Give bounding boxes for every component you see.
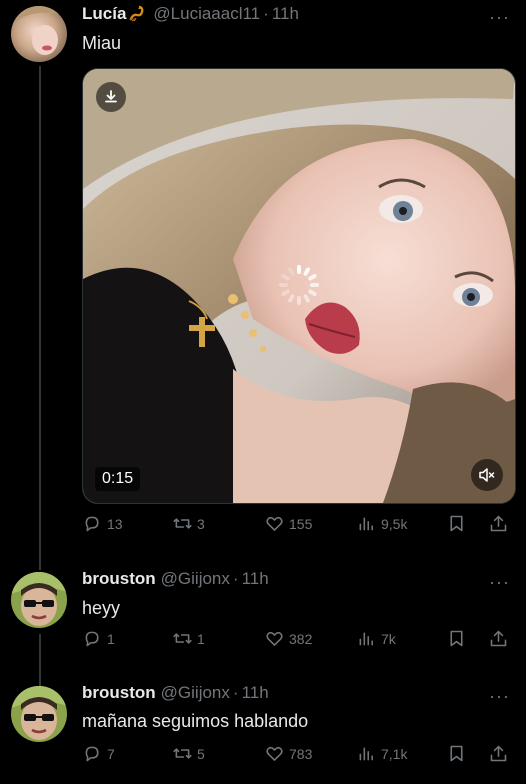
bookmark-button[interactable]: [446, 743, 467, 764]
retweet-icon: [173, 748, 192, 759]
share-icon: [490, 745, 507, 762]
like-count: 382: [289, 630, 313, 647]
share-icon: [490, 515, 507, 532]
tweet-header: Lucía @Luciaaacl11 · 11h: [82, 2, 299, 26]
bookmark-button[interactable]: [446, 513, 467, 534]
view-count: 7k: [381, 630, 396, 647]
retweet-count: 1: [197, 630, 205, 647]
share-button[interactable]: [488, 743, 509, 764]
timestamp[interactable]: 11h: [242, 569, 269, 589]
reply-button[interactable]: 13: [82, 513, 123, 534]
reply-button[interactable]: 7: [82, 743, 115, 764]
mute-button[interactable]: [471, 459, 503, 491]
tweet[interactable]: brouston @Giijonx · 11h ··· mañana segui…: [0, 676, 526, 784]
bookmark-icon: [450, 630, 463, 647]
views-button[interactable]: 9,5k: [356, 513, 407, 534]
user-handle[interactable]: @Giijonx: [161, 683, 230, 703]
avatar[interactable]: [11, 6, 67, 62]
reply-icon: [85, 746, 99, 762]
reply-count: 13: [107, 515, 123, 532]
share-button[interactable]: [488, 628, 509, 649]
tweet-actions: 13 3 155 9,5k: [0, 513, 526, 539]
tweet[interactable]: Lucía @Luciaaacl11 · 11h ··· Miau 0:15 1…: [0, 0, 526, 548]
more-options-icon[interactable]: ···: [489, 687, 510, 705]
like-button[interactable]: 783: [264, 743, 312, 764]
reply-icon: [85, 631, 99, 647]
display-name[interactable]: Lucía: [82, 4, 126, 24]
display-name[interactable]: brouston: [82, 569, 156, 589]
tweet[interactable]: brouston @Giijonx · 11h ··· heyy 1 1 382…: [0, 562, 526, 672]
video-player[interactable]: 0:15: [82, 68, 516, 504]
separator-dot: ·: [232, 683, 239, 702]
retweet-button[interactable]: 5: [172, 743, 205, 764]
retweet-button[interactable]: 3: [172, 513, 205, 534]
download-icon: [105, 90, 117, 103]
tweet-header: brouston @Giijonx · 11h: [82, 567, 269, 591]
timestamp[interactable]: 11h: [272, 4, 299, 24]
display-name[interactable]: brouston: [82, 683, 156, 703]
share-icon: [490, 630, 507, 647]
video-duration: 0:15: [95, 467, 141, 491]
avatar[interactable]: [11, 572, 67, 628]
retweet-button[interactable]: 1: [172, 628, 205, 649]
download-button[interactable]: [96, 82, 126, 112]
avatar[interactable]: [11, 686, 67, 742]
reply-count: 1: [107, 630, 115, 647]
bookmark-icon: [450, 515, 463, 532]
separator-dot: ·: [232, 569, 239, 588]
more-options-icon[interactable]: ···: [489, 8, 510, 26]
heart-icon: [266, 631, 283, 646]
heart-icon: [266, 516, 283, 531]
bookmark-button[interactable]: [446, 628, 467, 649]
like-button[interactable]: 155: [264, 513, 312, 534]
reply-count: 7: [107, 745, 115, 762]
retweet-icon: [173, 633, 192, 644]
tweet-actions: 7 5 783 7,1k: [0, 743, 526, 769]
like-count: 783: [289, 745, 313, 762]
like-button[interactable]: 382: [264, 628, 312, 649]
retweet-count: 5: [197, 745, 205, 762]
like-count: 155: [289, 515, 313, 532]
bookmark-icon: [450, 745, 463, 762]
heart-icon: [266, 746, 283, 761]
more-options-icon[interactable]: ···: [489, 573, 510, 591]
user-handle[interactable]: @Luciaaacl11: [153, 4, 260, 24]
retweet-icon: [173, 518, 192, 529]
user-handle[interactable]: @Giijonx: [161, 569, 230, 589]
views-icon: [359, 632, 373, 646]
views-icon: [359, 747, 373, 761]
reply-icon: [85, 516, 99, 532]
views-button[interactable]: 7k: [356, 628, 396, 649]
tweet-text: Miau: [82, 33, 122, 53]
view-count: 9,5k: [381, 515, 408, 532]
views-icon: [359, 517, 373, 531]
timestamp[interactable]: 11h: [242, 683, 269, 703]
tweet-header: brouston @Giijonx · 11h: [82, 681, 269, 705]
view-count: 7,1k: [381, 745, 408, 762]
reply-button[interactable]: 1: [82, 628, 115, 649]
separator-dot: ·: [263, 4, 269, 23]
retweet-count: 3: [197, 515, 205, 532]
tweet-text: heyy: [82, 598, 121, 618]
tweet-text: mañana seguimos hablando: [82, 711, 309, 731]
scorpion-emoji-icon: [130, 5, 144, 22]
video-frame: [83, 69, 515, 503]
tweet-actions: 1 1 382 7k: [0, 628, 526, 654]
mute-icon: [479, 468, 495, 482]
share-button[interactable]: [488, 513, 509, 534]
views-button[interactable]: 7,1k: [356, 743, 407, 764]
